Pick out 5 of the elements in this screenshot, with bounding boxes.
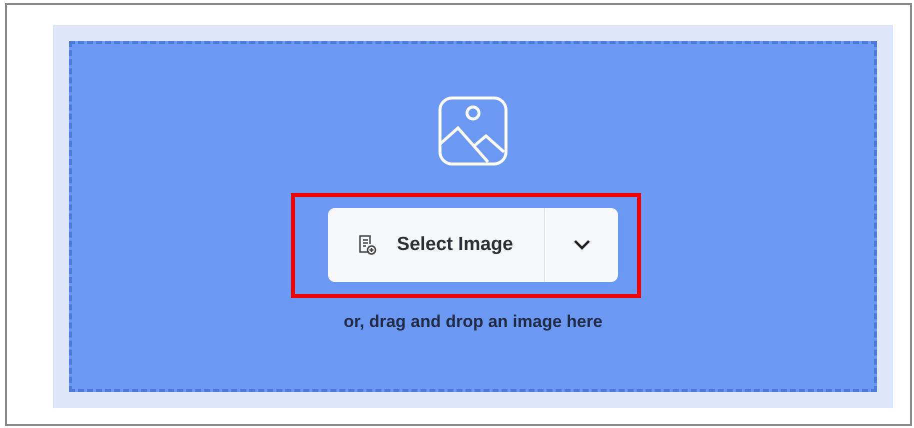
drop-zone[interactable]: Select Image or, drag and drop an image here: [69, 41, 877, 392]
document-add-icon: [356, 234, 377, 256]
image-icon: [438, 96, 508, 166]
chevron-down-icon: [572, 239, 590, 251]
drag-drop-hint: or, drag and drop an image here: [344, 311, 602, 333]
